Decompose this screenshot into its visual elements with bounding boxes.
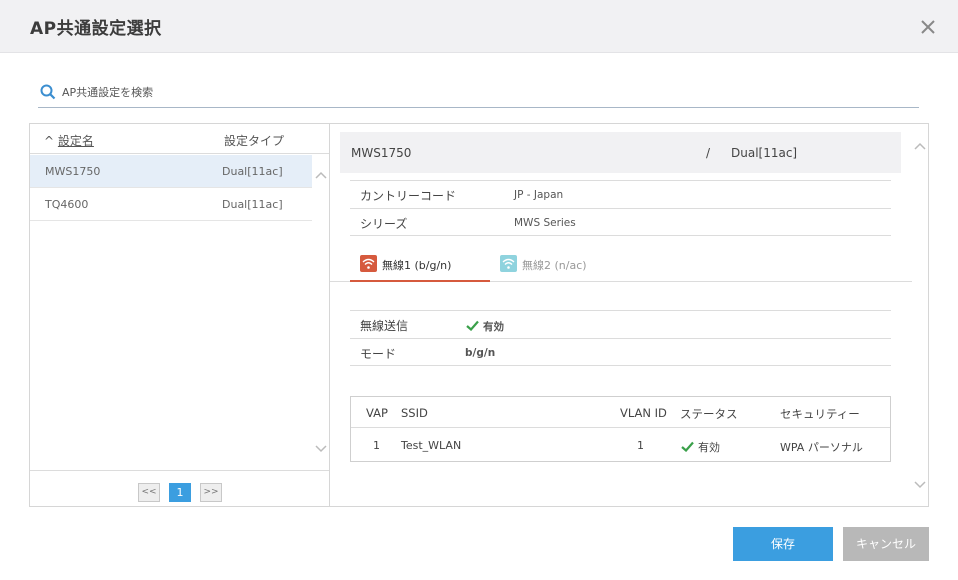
series-label: シリーズ xyxy=(360,217,408,231)
cell-status: 有効 xyxy=(681,439,720,455)
radio-transmit-row: 無線送信 有効 xyxy=(350,310,891,338)
detail-type: Dual[11ac] xyxy=(731,146,798,160)
list-item[interactable]: TQ4600 Dual[11ac] xyxy=(30,188,312,221)
table-row[interactable]: 1 Test_WLAN 1 有効 WPA パーソナル xyxy=(351,427,890,462)
dialog-header: AP共通設定選択 xyxy=(0,0,958,53)
mode-row: モード b/g/n xyxy=(350,338,891,366)
pagination: << 1 >> xyxy=(30,470,329,506)
cell-security: WPA パーソナル xyxy=(780,441,863,454)
check-icon xyxy=(466,320,479,331)
wifi-icon xyxy=(500,255,517,272)
settings-list-pane: ^ 設定名 設定タイプ MWS1750 Dual[11ac] TQ4600 Du… xyxy=(30,124,330,506)
mode-label: モード xyxy=(360,347,397,361)
check-icon xyxy=(681,441,694,452)
column-header-vlan-id: VLAN ID xyxy=(620,406,667,420)
mode-value: b/g/n xyxy=(465,347,496,359)
tab-radio2[interactable]: 無線2 (n/ac) xyxy=(490,247,630,282)
column-header-status: ステータス xyxy=(680,407,738,421)
detail-name: MWS1750 xyxy=(351,146,412,160)
scroll-up-icon[interactable] xyxy=(315,170,327,180)
column-header-security: セキュリティー xyxy=(780,407,860,421)
series-row: シリーズ MWS Series xyxy=(350,208,891,236)
cell-vlan-id: 1 xyxy=(637,439,644,452)
list-item-name: MWS1750 xyxy=(45,165,101,178)
main-panel: ^ 設定名 設定タイプ MWS1750 Dual[11ac] TQ4600 Du… xyxy=(29,123,929,507)
series-value: MWS Series xyxy=(514,217,576,229)
scroll-down-icon[interactable] xyxy=(914,480,926,490)
scroll-down-icon[interactable] xyxy=(315,444,327,454)
detail-separator: / xyxy=(706,146,711,160)
save-button[interactable]: 保存 xyxy=(733,527,833,561)
country-code-value: JP - Japan xyxy=(514,189,564,201)
cell-status-text: 有効 xyxy=(698,441,720,454)
tab-radio2-label: 無線2 (n/ac) xyxy=(522,259,587,272)
tab-radio1-label: 無線1 (b/g/n) xyxy=(382,259,452,272)
column-header-name[interactable]: ^ 設定名 xyxy=(44,132,94,149)
page-1-button[interactable]: 1 xyxy=(169,483,191,502)
cancel-button[interactable]: キャンセル xyxy=(843,527,929,561)
country-code-label: カントリーコード xyxy=(360,189,457,203)
radio-transmit-label: 無線送信 xyxy=(360,319,409,333)
sort-ascending-icon: ^ xyxy=(44,134,55,148)
list-item-name: TQ4600 xyxy=(45,198,89,211)
cell-vap: 1 xyxy=(373,439,380,452)
column-header-name-label: 設定名 xyxy=(57,134,94,148)
detail-title-bar: MWS1750 / Dual[11ac] xyxy=(340,132,901,173)
cell-ssid: Test_WLAN xyxy=(401,439,462,452)
search-input[interactable] xyxy=(62,82,902,102)
next-page-button[interactable]: >> xyxy=(200,483,222,502)
list-header: ^ 設定名 設定タイプ xyxy=(30,124,329,154)
wifi-icon xyxy=(360,255,377,272)
column-header-ssid: SSID xyxy=(401,406,428,420)
list-item[interactable]: MWS1750 Dual[11ac] xyxy=(30,155,312,188)
radio-transmit-text: 有効 xyxy=(483,321,504,333)
vap-table: VAP SSID VLAN ID ステータス セキュリティー 1 Test_WL… xyxy=(350,396,891,462)
tab-radio1[interactable]: 無線1 (b/g/n) xyxy=(350,247,490,282)
list-item-type: Dual[11ac] xyxy=(222,198,283,211)
prev-page-button[interactable]: << xyxy=(138,483,160,502)
close-icon[interactable] xyxy=(918,17,938,37)
country-code-row: カントリーコード JP - Japan xyxy=(350,180,891,208)
radio-tabs: 無線1 (b/g/n) 無線2 (n/ac) xyxy=(330,247,912,282)
dialog-title: AP共通設定選択 xyxy=(30,19,162,39)
search-icon xyxy=(40,84,56,100)
radio-transmit-value: 有効 xyxy=(466,319,504,334)
column-header-vap: VAP xyxy=(366,406,388,420)
scroll-up-icon[interactable] xyxy=(914,141,926,151)
column-header-type[interactable]: 設定タイプ xyxy=(224,132,284,149)
list-item-type: Dual[11ac] xyxy=(222,165,283,178)
detail-pane: MWS1750 / Dual[11ac] カントリーコード JP - Japan… xyxy=(330,124,928,506)
search-bar xyxy=(38,78,919,108)
